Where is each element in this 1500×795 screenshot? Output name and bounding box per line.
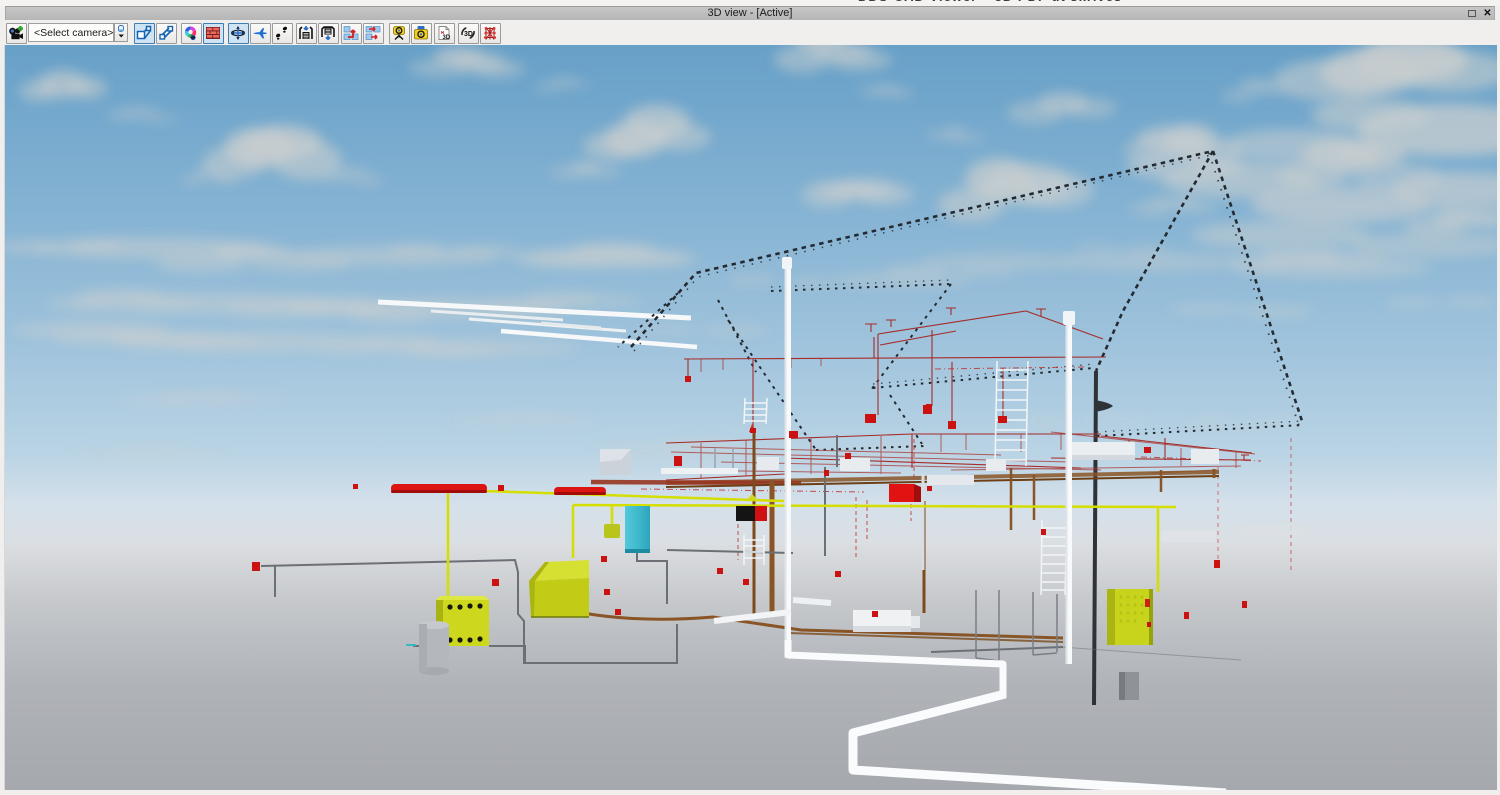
svg-text:3D: 3D <box>443 35 451 41</box>
